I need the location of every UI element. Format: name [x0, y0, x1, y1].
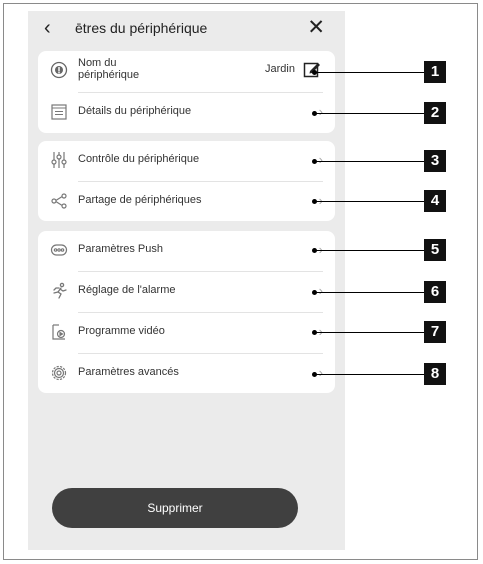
control-share-card: Contrôle du périphérique › Partage de pé… [38, 141, 335, 221]
device-control-row[interactable]: Contrôle du périphérique › [38, 141, 335, 179]
device-share-row[interactable]: Partage de périphériques › [38, 182, 335, 220]
callout-line [314, 113, 424, 114]
share-icon [50, 192, 68, 210]
share-label: Partage de périphériques [78, 194, 202, 206]
back-icon[interactable]: ‹ [44, 18, 51, 38]
chevron-right-icon: › [318, 152, 323, 167]
video-schedule-row[interactable]: Programme vidéo › [38, 313, 335, 351]
device-name-row[interactable]: Nom du périphérique Jardin [38, 51, 335, 89]
sliders-icon [50, 151, 68, 169]
device-info-card: Nom du périphérique Jardin Détails du pé… [38, 51, 335, 133]
settings-card: Paramètres Push › Réglage de l'alarme › … [38, 231, 335, 393]
chevron-right-icon: › [318, 283, 323, 298]
device-name-label: Nom du périphérique [78, 57, 140, 81]
callout-number-5: 5 [424, 239, 446, 261]
details-icon [50, 103, 68, 121]
device-name-value: Jardin [265, 63, 295, 75]
alarm-label: Réglage de l'alarme [78, 284, 176, 296]
callout-line [314, 72, 424, 73]
callout-number-8: 8 [424, 363, 446, 385]
callout-line [314, 292, 424, 293]
close-icon[interactable]: ✕ [307, 17, 325, 38]
callout-number-2: 2 [424, 102, 446, 124]
device-details-row[interactable]: Détails du périphérique › [38, 93, 335, 131]
push-label: Paramètres Push [78, 243, 163, 255]
chevron-right-icon: › [318, 104, 323, 119]
chevron-right-icon: › [318, 365, 323, 380]
advanced-settings-row[interactable]: Paramètres avancés › [38, 354, 335, 392]
callout-number-3: 3 [424, 150, 446, 172]
info-icon [50, 61, 68, 79]
video-label: Programme vidéo [78, 325, 165, 337]
alarm-settings-row[interactable]: Réglage de l'alarme › [38, 272, 335, 310]
push-icon [50, 241, 68, 259]
edit-icon[interactable] [303, 60, 321, 78]
callout-line [314, 201, 424, 202]
callout-number-1: 1 [424, 61, 446, 83]
gear-icon [50, 364, 68, 382]
page-title: ētres du périphérique [75, 20, 208, 36]
device-settings-screen: ‹ ētres du périphérique ✕ Nom du périphé… [28, 11, 345, 550]
details-label: Détails du périphérique [78, 105, 192, 117]
callout-line [314, 332, 424, 333]
push-settings-row[interactable]: Paramètres Push › [38, 231, 335, 269]
callout-number-7: 7 [424, 321, 446, 343]
callout-line [314, 250, 424, 251]
callout-number-4: 4 [424, 190, 446, 212]
control-label: Contrôle du périphérique [78, 153, 200, 165]
running-person-icon [50, 282, 68, 300]
video-schedule-icon [50, 323, 68, 341]
callout-number-6: 6 [424, 281, 446, 303]
header: ‹ ētres du périphérique ✕ [28, 11, 345, 47]
callout-line [314, 374, 424, 375]
callout-line [314, 161, 424, 162]
advanced-label: Paramètres avancés [78, 366, 179, 378]
delete-button[interactable]: Supprimer [52, 488, 298, 528]
